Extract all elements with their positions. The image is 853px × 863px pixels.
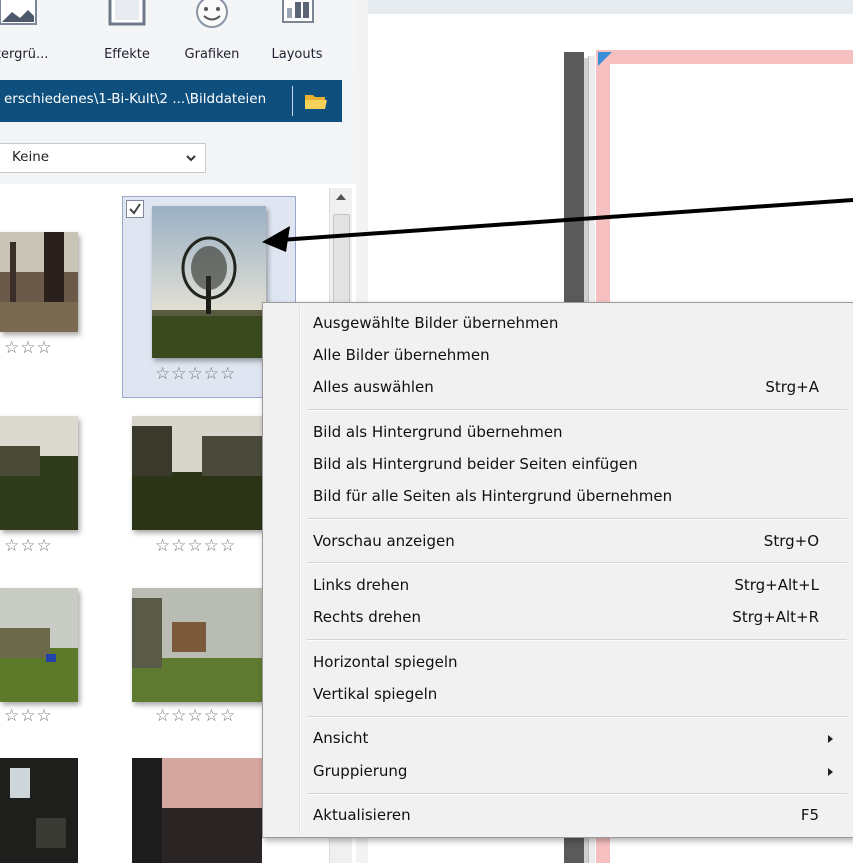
menu-item-rotate-left[interactable]: Links drehen Strg+Alt+L bbox=[313, 571, 819, 599]
thumbnail-photo[interactable] bbox=[132, 588, 262, 702]
thumbnail-photo[interactable] bbox=[0, 416, 78, 530]
rating-stars[interactable]: ☆☆☆☆☆ bbox=[155, 364, 236, 384]
menu-item-label: Vertikal spiegeln bbox=[313, 685, 438, 703]
thumbnail-photo[interactable] bbox=[132, 758, 262, 863]
rating-stars[interactable]: ☆☆☆☆☆ bbox=[155, 706, 236, 726]
menu-item-label: Rechts drehen bbox=[313, 608, 422, 626]
menu-separator bbox=[307, 716, 847, 718]
smiley-icon bbox=[196, 0, 228, 28]
layouts-icon bbox=[282, 0, 314, 23]
menu-item-shortcut: F5 bbox=[800, 806, 819, 824]
tool-layouts[interactable]: Layouts bbox=[261, 0, 333, 70]
rating-stars[interactable]: ☆☆☆ bbox=[4, 706, 53, 726]
thumbnail-photo[interactable] bbox=[132, 416, 262, 530]
rating-stars[interactable]: ☆☆☆☆☆ bbox=[155, 536, 236, 556]
menu-item-select-all[interactable]: Alles auswählen Strg+A bbox=[313, 373, 819, 401]
menu-item-preview[interactable]: Vorschau anzeigen Strg+O bbox=[313, 527, 819, 555]
rating-stars[interactable]: ☆☆☆ bbox=[4, 338, 53, 358]
menu-gutter bbox=[299, 305, 301, 835]
thumbnail-photo[interactable] bbox=[0, 588, 78, 702]
menu-separator bbox=[307, 562, 847, 564]
path-bar[interactable]: erschiedenes\1-Bi-Kult\2 ...\Bilddateien bbox=[0, 80, 342, 122]
menu-item-rotate-right[interactable]: Rechts drehen Strg+Alt+R bbox=[313, 603, 819, 631]
menu-item-apply-selected[interactable]: Ausgewählte Bilder übernehmen bbox=[313, 309, 819, 337]
menu-item-view[interactable]: Ansicht bbox=[313, 724, 833, 752]
menu-separator bbox=[307, 793, 847, 795]
menu-item-label: Alles auswählen bbox=[313, 378, 434, 396]
rating-stars[interactable]: ☆☆☆ bbox=[4, 536, 53, 556]
thumbnail-photo[interactable] bbox=[0, 232, 78, 332]
thumbnail-photo[interactable] bbox=[0, 758, 78, 863]
tool-graphics-label: Grafiken bbox=[184, 47, 240, 62]
menu-item-shortcut: Strg+O bbox=[763, 532, 819, 550]
context-menu: Ausgewählte Bilder übernehmen Alle Bilde… bbox=[262, 302, 853, 838]
menu-item-label: Links drehen bbox=[313, 576, 410, 594]
effects-icon bbox=[108, 0, 146, 26]
menu-item-label: Aktualisieren bbox=[313, 806, 411, 824]
tool-backgrounds[interactable]: ntergrü... bbox=[0, 0, 54, 70]
tool-graphics[interactable]: Grafiken bbox=[176, 0, 248, 70]
menu-separator bbox=[307, 409, 847, 411]
thumbnail-photo-tree[interactable] bbox=[152, 206, 266, 358]
thumbnail-checkbox[interactable] bbox=[126, 200, 144, 218]
menu-item-label: Alle Bilder übernehmen bbox=[313, 346, 490, 364]
menu-item-label: Bild für alle Seiten als Hintergrund übe… bbox=[313, 487, 673, 505]
chevron-down-icon bbox=[186, 155, 196, 162]
checkmark-icon bbox=[129, 203, 141, 215]
menu-item-label: Ausgewählte Bilder übernehmen bbox=[313, 314, 559, 332]
tool-effects[interactable]: Effekte bbox=[91, 0, 163, 70]
folder-icon[interactable] bbox=[304, 91, 328, 111]
submenu-arrow-icon bbox=[828, 768, 833, 776]
menu-item-label: Bild als Hintergrund übernehmen bbox=[313, 423, 563, 441]
path-text: erschiedenes\1-Bi-Kult\2 ...\Bilddateien bbox=[4, 91, 267, 107]
menu-item-refresh[interactable]: Aktualisieren F5 bbox=[313, 801, 819, 829]
menu-item-set-background[interactable]: Bild als Hintergrund übernehmen bbox=[313, 418, 819, 446]
menu-item-label: Gruppierung bbox=[313, 762, 408, 780]
menu-separator bbox=[307, 639, 847, 641]
menu-item-apply-all[interactable]: Alle Bilder übernehmen bbox=[313, 341, 819, 369]
menu-item-label: Horizontal spiegeln bbox=[313, 653, 458, 671]
menu-item-shortcut: Strg+Alt+R bbox=[732, 608, 819, 626]
menu-item-shortcut: Strg+A bbox=[765, 378, 819, 396]
tool-effects-label: Effekte bbox=[104, 47, 150, 62]
page-corner-marker-icon bbox=[598, 52, 612, 66]
menu-item-flip-horizontal[interactable]: Horizontal spiegeln bbox=[313, 648, 819, 676]
path-separator bbox=[292, 86, 293, 116]
filter-value: Keine bbox=[12, 149, 50, 165]
canvas-top-bar bbox=[368, 0, 853, 14]
filter-dropdown[interactable]: Keine bbox=[0, 143, 206, 173]
background-icon bbox=[0, 0, 37, 25]
scroll-up-arrow-icon[interactable] bbox=[336, 194, 346, 200]
submenu-arrow-icon bbox=[828, 735, 833, 743]
tool-backgrounds-label: ntergrü... bbox=[0, 47, 49, 62]
menu-item-grouping[interactable]: Gruppierung bbox=[313, 757, 833, 785]
toolbar: ntergrü... Effekte Grafiken Layouts bbox=[0, 0, 356, 72]
menu-item-label: Ansicht bbox=[313, 729, 369, 747]
menu-item-background-both-pages[interactable]: Bild als Hintergrund beider Seiten einfü… bbox=[313, 450, 819, 478]
menu-separator bbox=[307, 518, 847, 520]
menu-item-flip-vertical[interactable]: Vertikal spiegeln bbox=[313, 680, 819, 708]
menu-item-shortcut: Strg+Alt+L bbox=[734, 576, 819, 594]
menu-item-label: Bild als Hintergrund beider Seiten einfü… bbox=[313, 455, 638, 473]
tool-layouts-label: Layouts bbox=[271, 47, 323, 62]
menu-item-background-all-pages[interactable]: Bild für alle Seiten als Hintergrund übe… bbox=[313, 482, 819, 510]
menu-item-label: Vorschau anzeigen bbox=[313, 532, 455, 550]
